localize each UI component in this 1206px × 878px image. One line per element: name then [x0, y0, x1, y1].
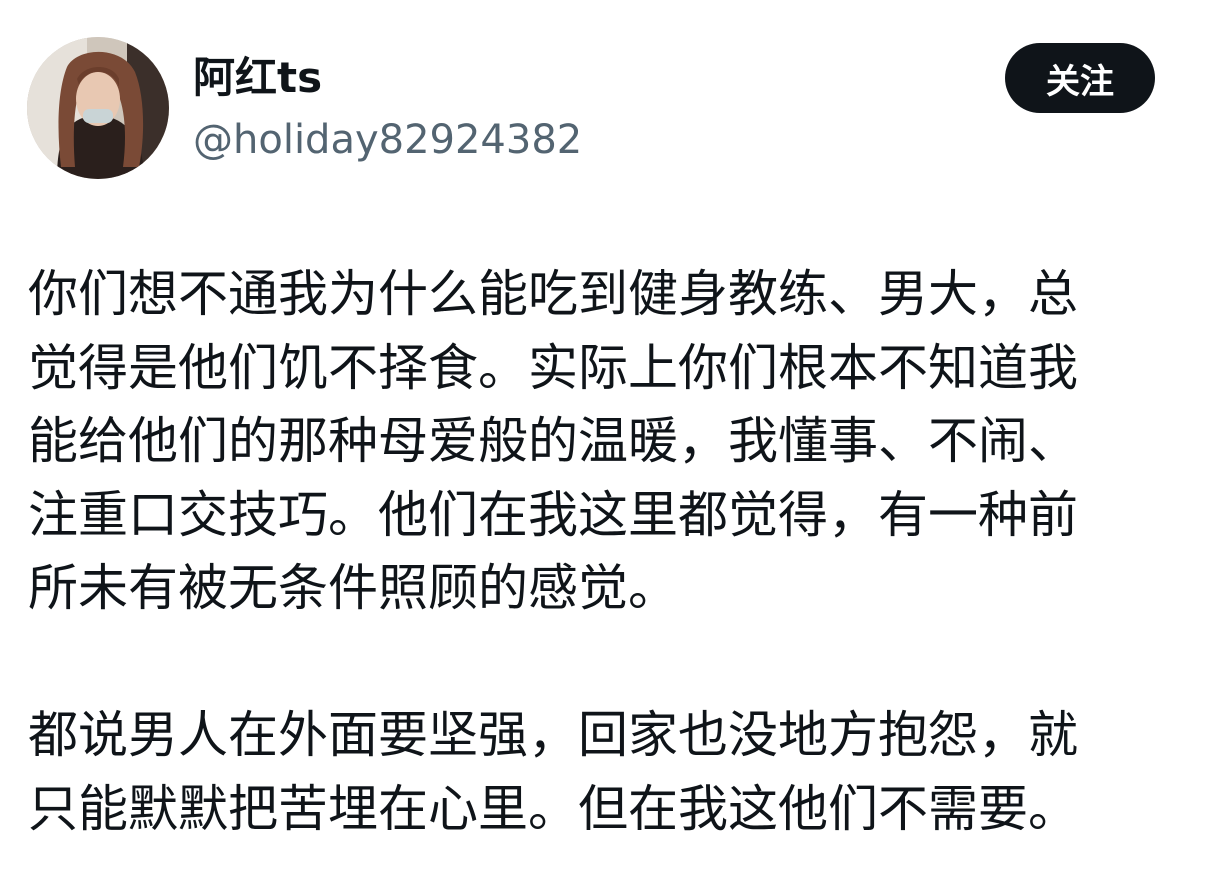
tweet-line: 觉得是他们饥不择食。实际上你们根本不知道我 [28, 338, 1078, 397]
tweet-line: 都说男人在外面要坚强，回家也没地方抱怨，就 [28, 706, 1078, 764]
tweet-line: 只能默默把苦埋在心里。但在我这他们不需要。 [28, 779, 1078, 838]
avatar[interactable] [27, 37, 169, 179]
user-avatar-icon [27, 37, 169, 179]
tweet-line: 所未有被无条件照顾的感觉。 [28, 559, 678, 617]
display-name[interactable]: 阿红ts [193, 50, 322, 106]
tweet-text: 你们想不通我为什么能吃到健身教练、男大，总 觉得是他们饥不择食。实际上你们根本不… [28, 258, 1178, 846]
tweet-line: 你们想不通我为什么能吃到健身教练、男大，总 [28, 265, 1078, 323]
user-handle[interactable]: @holiday82924382 [193, 113, 582, 167]
tweet-line: 能给他们的那种母爱般的温暖，我懂事、不闹、 [28, 412, 1078, 470]
follow-button[interactable]: 关注 [1005, 43, 1155, 113]
tweet-line: 注重口交技巧。他们在我这里都觉得，有一种前 [28, 485, 1078, 544]
